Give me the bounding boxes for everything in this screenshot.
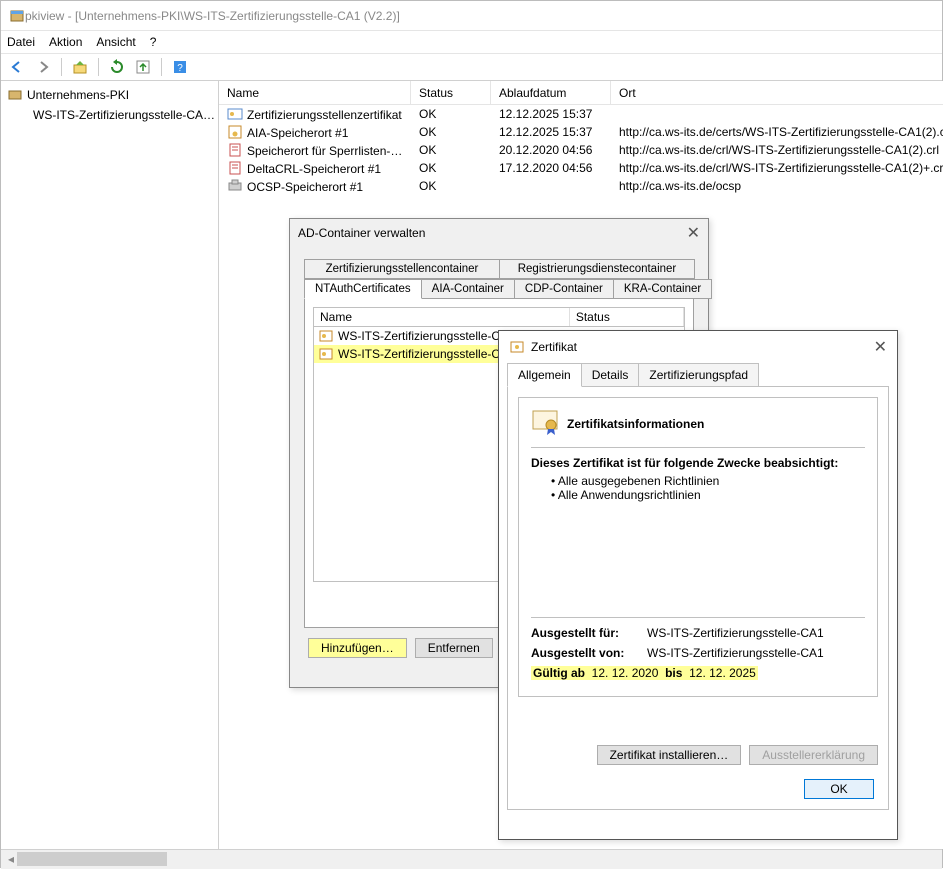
tab-ca-container[interactable]: Zertifizierungsstellencontainer: [304, 259, 500, 279]
list-row[interactable]: Speicherort für Sperrlisten-… OK 20.12.2…: [219, 141, 943, 159]
ok-button[interactable]: OK: [804, 779, 874, 799]
forward-button[interactable]: [31, 56, 55, 78]
tree-child-label: WS-ITS-Zertifizierungsstelle-CA…: [33, 108, 215, 122]
ad-dialog-title: AD-Container verwalten: [298, 226, 425, 240]
tab-kra[interactable]: KRA-Container: [613, 279, 712, 299]
cert-tab-path[interactable]: Zertifizierungspfad: [638, 363, 759, 387]
col-status[interactable]: Status: [411, 81, 491, 104]
cert-purpose-heading: Dieses Zertifikat ist für folgende Zweck…: [531, 456, 865, 470]
menu-help[interactable]: ?: [150, 35, 157, 49]
pki-icon: [7, 87, 23, 103]
certificate-icon: [509, 339, 525, 355]
menu-aktion[interactable]: Aktion: [49, 35, 82, 49]
up-button[interactable]: [68, 56, 92, 78]
issued-to-label: Ausgestellt für:: [531, 626, 641, 640]
cert-infobox: Zertifikatsinformationen Dieses Zertifik…: [518, 397, 878, 697]
col-name[interactable]: Name: [219, 81, 411, 104]
list-row[interactable]: AIA-Speicherort #1 OK 12.12.2025 15:37 h…: [219, 123, 943, 141]
cert-general-panel: Zertifikatsinformationen Dieses Zertifik…: [507, 386, 889, 810]
back-button[interactable]: [5, 56, 29, 78]
tab-enrollment-container[interactable]: Registrierungsdienstecontainer: [499, 259, 695, 279]
close-icon[interactable]: ✕: [874, 337, 887, 357]
cert-dialog-title: Zertifikat: [531, 340, 577, 354]
issued-by-value: WS-ITS-Zertifizierungsstelle-CA1: [647, 646, 824, 660]
cert-icon: [227, 106, 243, 122]
cert-tab-general[interactable]: Allgemein: [507, 363, 582, 387]
window-title: pkiview - [Unternehmens-PKI\WS-ITS-Zerti…: [25, 9, 400, 23]
menu-ansicht[interactable]: Ansicht: [96, 35, 135, 49]
tree-root[interactable]: Unternehmens-PKI: [1, 85, 218, 105]
tree-child[interactable]: WS-ITS-Zertifizierungsstelle-CA…: [1, 105, 218, 125]
cert-ribbon-icon: [531, 408, 559, 439]
inner-list-header: Name Status: [313, 307, 685, 326]
list-row[interactable]: Zertifizierungsstellenzertifikat OK 12.1…: [219, 105, 943, 123]
ad-dialog-titlebar: AD-Container verwalten ✕: [290, 219, 708, 247]
tab-ntauth[interactable]: NTAuthCertificates: [304, 279, 422, 299]
install-cert-button[interactable]: Zertifikat installieren…: [597, 745, 742, 765]
crl-icon: [227, 142, 243, 158]
menubar: Datei Aktion Ansicht ?: [1, 31, 942, 53]
cert-dialog-titlebar: Zertifikat ✕: [499, 331, 897, 363]
titlebar: pkiview - [Unternehmens-PKI\WS-ITS-Zerti…: [1, 1, 942, 31]
cert-small-icon: [318, 328, 334, 344]
export-button[interactable]: [131, 56, 155, 78]
list-header: Name Status Ablaufdatum Ort: [219, 81, 943, 105]
valid-to-value: 12. 12. 2025: [689, 666, 756, 680]
close-icon[interactable]: ✕: [687, 223, 700, 243]
issued-by-label: Ausgestellt von:: [531, 646, 641, 660]
menu-datei[interactable]: Datei: [7, 35, 35, 49]
inner-col-name[interactable]: Name: [314, 308, 570, 326]
ocsp-icon: [227, 178, 243, 194]
certificate-dialog: Zertifikat ✕ Allgemein Details Zertifizi…: [498, 330, 898, 840]
help-button[interactable]: ?: [168, 56, 192, 78]
add-button[interactable]: Hinzufügen…: [308, 638, 407, 658]
tree-pane: Unternehmens-PKI WS-ITS-Zertifizierungss…: [1, 81, 219, 849]
list-row[interactable]: DeltaCRL-Speicherort #1 OK 17.12.2020 04…: [219, 159, 943, 177]
aia-icon: [227, 124, 243, 140]
list-row[interactable]: OCSP-Speicherort #1 OK http://ca.ws-its.…: [219, 177, 943, 195]
inner-col-status[interactable]: Status: [570, 308, 684, 326]
issuer-statement-button: Ausstellererklärung: [749, 745, 878, 765]
tab-cdp[interactable]: CDP-Container: [514, 279, 614, 299]
col-date[interactable]: Ablaufdatum: [491, 81, 611, 104]
cert-purpose-list: Alle ausgegebenen Richtlinien Alle Anwen…: [551, 474, 865, 502]
tree-root-label: Unternehmens-PKI: [27, 88, 129, 102]
validity-highlight: Gültig ab 12. 12. 2020 bis 12. 12. 2025: [531, 666, 758, 680]
cert-info-heading: Zertifikatsinformationen: [567, 417, 704, 431]
app-icon: [9, 8, 25, 24]
tree-hscrollbar[interactable]: ◂: [5, 851, 218, 867]
valid-from-label: Gültig ab: [533, 666, 585, 680]
valid-from-value: 12. 12. 2020: [592, 666, 659, 680]
remove-button[interactable]: Entfernen: [415, 638, 493, 658]
svg-text:?: ?: [177, 63, 183, 74]
main-window: pkiview - [Unternehmens-PKI\WS-ITS-Zerti…: [0, 0, 943, 868]
tab-aia[interactable]: AIA-Container: [421, 279, 515, 299]
cert-tab-details[interactable]: Details: [581, 363, 640, 387]
valid-to-label: bis: [665, 666, 682, 680]
cert-small-icon: [318, 346, 334, 362]
toolbar: ?: [1, 53, 942, 81]
refresh-button[interactable]: [105, 56, 129, 78]
issued-to-value: WS-ITS-Zertifizierungsstelle-CA1: [647, 626, 824, 640]
col-loc[interactable]: Ort: [611, 81, 943, 104]
deltacrl-icon: [227, 160, 243, 176]
